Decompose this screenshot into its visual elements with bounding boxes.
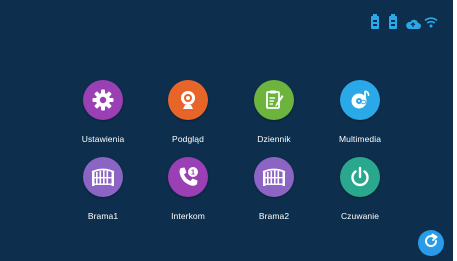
tile-label: Brama1 <box>87 211 119 221</box>
tile-label: Brama2 <box>258 211 290 221</box>
tile-label: Dziennik <box>257 134 291 144</box>
tile-label: Czuwanie <box>340 211 380 221</box>
tile-brama2[interactable]: Brama2 <box>226 157 322 257</box>
tile-label: Podgląd <box>172 134 204 144</box>
gate-icon <box>83 157 123 197</box>
tile-label: Interkom <box>171 211 205 221</box>
refresh-icon <box>422 232 440 255</box>
wifi-icon <box>424 15 438 33</box>
tile-czuwanie[interactable]: Czuwanie <box>312 157 408 257</box>
status-bar <box>0 14 453 32</box>
webcam-icon <box>168 80 208 120</box>
intercom-badge: 1 <box>191 168 195 177</box>
door-lock-1-icon <box>370 14 380 35</box>
notepad-icon <box>254 80 294 120</box>
tile-brama1[interactable]: Brama1 <box>55 157 151 257</box>
tile-label: Multimedia <box>338 134 382 144</box>
home-screen: Ustawienia Podgląd Dziennik Multimedia B… <box>0 0 453 261</box>
tile-interkom[interactable]: 1 Interkom <box>140 157 236 257</box>
power-icon <box>340 157 380 197</box>
gate-icon <box>254 157 294 197</box>
phone-icon: 1 <box>168 157 208 197</box>
music-note-icon <box>340 80 380 120</box>
cloud-icon <box>405 17 421 35</box>
tile-label: Ustawienia <box>81 134 125 144</box>
refresh-button[interactable] <box>418 230 444 256</box>
door-lock-2-icon <box>388 14 398 35</box>
gear-icon <box>83 80 123 120</box>
